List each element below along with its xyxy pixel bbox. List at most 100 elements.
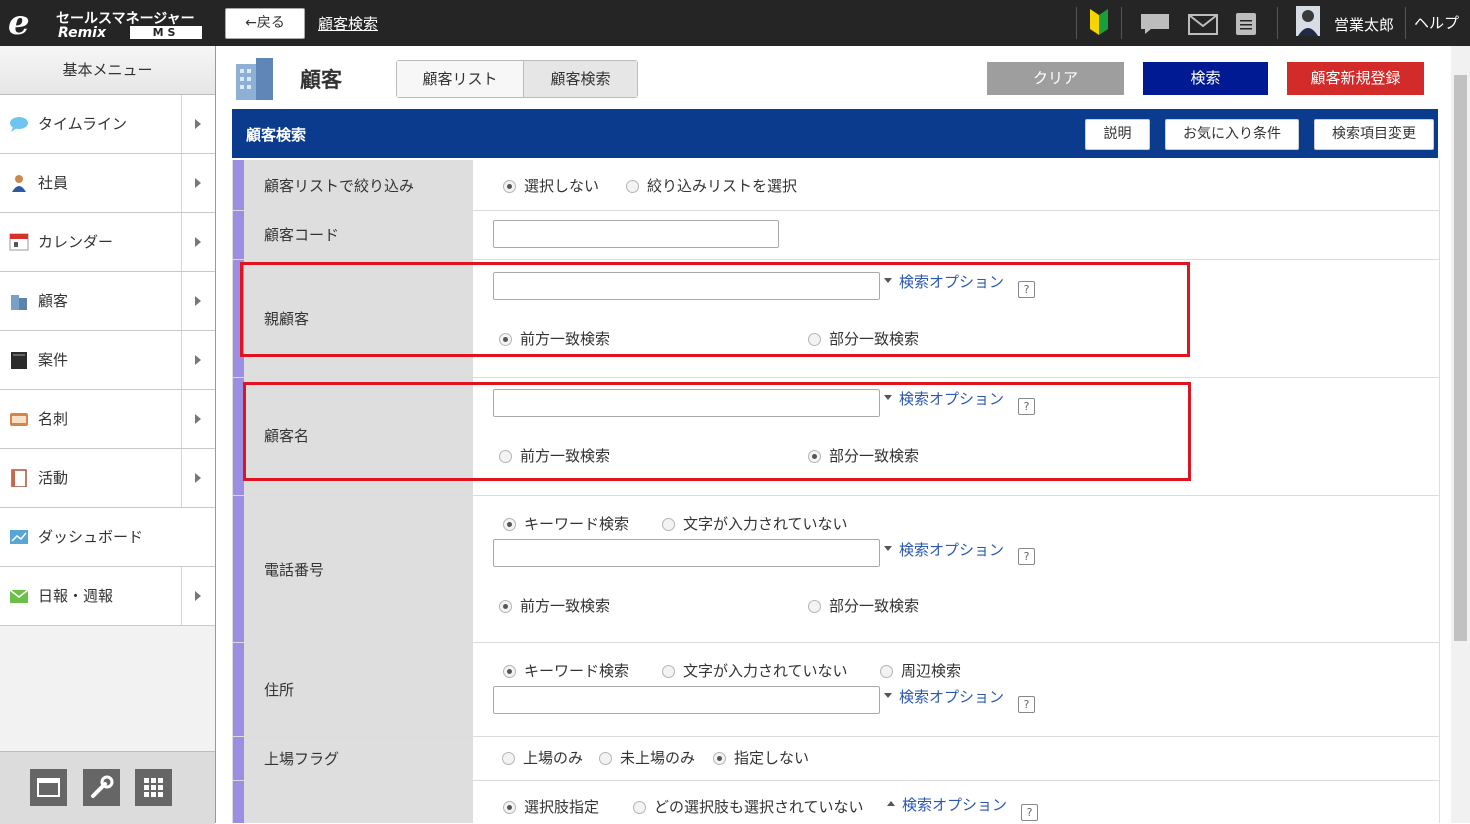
sidebar-item-business-cards[interactable]: 名刺 [0,390,215,449]
chat-icon[interactable] [1139,12,1171,36]
submenu-arrow-icon[interactable] [181,154,215,212]
scrollbar-thumb[interactable] [1454,75,1467,641]
search-form: 顧客リストで絞り込み 選択しない 絞り込みリストを選択 顧客コード 親顧客 検索… [232,160,1440,823]
sidebar: 基本メニュー タイムライン 社員 カレンダー 顧客 案件 名刺 活動 ダッシュボ… [0,46,216,824]
building-icon [11,295,27,310]
notebook-icon [11,469,27,487]
panel-title: 顧客検索 [246,126,307,144]
new-customer-button[interactable]: 顧客新規登録 [1287,62,1424,95]
app-logo[interactable]: e セールスマネージャー Remix MS [6,5,212,41]
sidebar-item-label: カレンダー [38,233,114,251]
breadcrumb[interactable]: 顧客検索 [318,13,378,34]
submenu-arrow-icon[interactable] [181,567,215,625]
radio-keyword-search[interactable]: キーワード検索 [503,513,629,534]
sidebar-item-label: 名刺 [38,410,69,428]
search-option-link[interactable]: 検索オプション [884,686,1004,707]
radio-nearby-search[interactable]: 周辺検索 [880,660,961,681]
search-option-link[interactable]: 検索オプション [887,794,1007,815]
submenu-arrow-icon[interactable] [181,449,215,507]
customer-code-input[interactable] [493,220,779,248]
highlight-box [243,382,1191,481]
divider [1277,7,1278,39]
user-avatar[interactable] [1296,6,1320,36]
wrench-icon[interactable] [83,769,120,806]
help-link[interactable]: ヘルプ [1414,12,1459,33]
radio-empty-text[interactable]: 文字が入力されていない [662,660,848,681]
radio-empty-text[interactable]: 文字が入力されていない [662,513,848,534]
sidebar-item-customers[interactable]: 顧客 [0,272,215,331]
radio-no-choice[interactable]: どの選択肢も選択されていない [633,796,864,817]
row-choice-field: 選択肢指定 どの選択肢も選択されていない 検索オプション ? [233,781,1439,823]
window-icon[interactable] [30,769,67,806]
submenu-arrow-icon[interactable] [181,272,215,330]
row-customer-code: 顧客コード [233,211,1439,260]
field-label: 上場フラグ [264,750,340,768]
radio-choice-specify[interactable]: 選択肢指定 [503,796,599,817]
radio-prefix-match[interactable]: 前方一致検索 [499,595,610,616]
change-search-fields-button[interactable]: 検索項目変更 [1314,119,1434,150]
sidebar-item-label: ダッシュボード [38,528,144,546]
page-scrollbar[interactable] [1451,46,1470,823]
clear-button[interactable]: クリア [987,62,1124,95]
highlight-box [240,262,1190,357]
sidebar-title: 基本メニュー [0,46,215,95]
main-content: 顧客 顧客リスト 顧客検索 クリア 検索 顧客新規登録 顧客検索 説明 お気に入… [216,46,1451,823]
field-label: 顧客コード [264,226,340,244]
radio-select-list[interactable]: 絞り込みリストを選択 [626,175,797,196]
sidebar-item-label: 活動 [38,469,69,487]
row-phone: 電話番号 キーワード検索 文字が入力されていない 検索オプション ? 前方一致検… [233,496,1439,643]
field-label: 顧客リストで絞り込み [264,177,415,195]
memo-icon[interactable] [1236,13,1256,35]
radio-keyword-search[interactable]: キーワード検索 [503,660,629,681]
beginner-mark-icon[interactable] [1088,7,1110,37]
mail-icon[interactable] [1188,14,1218,35]
sidebar-item-label: タイムライン [38,115,127,133]
help-icon[interactable]: ? [1018,696,1035,713]
sidebar-item-label: 案件 [38,351,69,369]
address-input[interactable] [493,686,880,714]
explanation-button[interactable]: 説明 [1085,119,1150,150]
row-address: 住所 キーワード検索 文字が入力されていない 周辺検索 検索オプション ? [233,643,1439,737]
submenu-arrow-icon[interactable] [181,213,215,271]
search-button[interactable]: 検索 [1143,62,1268,95]
row-list-filter: 顧客リストで絞り込み 選択しない 絞り込みリストを選択 [233,160,1439,211]
user-name[interactable]: 営業太郎 [1334,14,1394,35]
help-icon[interactable]: ? [1018,548,1035,565]
submenu-arrow-icon[interactable] [181,390,215,448]
person-icon [12,175,26,192]
search-option-link[interactable]: 検索オプション [884,539,1004,560]
tab-customer-search[interactable]: 顧客検索 [524,61,637,97]
field-label: 住所 [264,681,295,699]
sidebar-item-deals[interactable]: 案件 [0,331,215,390]
view-tabs: 顧客リスト 顧客検索 [396,60,638,98]
sidebar-item-label: 顧客 [38,292,69,310]
sidebar-item-calendar[interactable]: カレンダー [0,213,215,272]
sidebar-item-reports[interactable]: 日報・週報 [0,567,215,626]
submenu-arrow-icon[interactable] [181,95,215,153]
radio-listed-only[interactable]: 上場のみ [502,747,583,768]
radio-unlisted-only[interactable]: 未上場のみ [599,747,695,768]
dashboard-icon [10,530,28,544]
sidebar-item-employees[interactable]: 社員 [0,154,215,213]
favorite-conditions-button[interactable]: お気に入り条件 [1165,119,1299,150]
sidebar-item-timeline[interactable]: タイムライン [0,95,215,154]
back-button[interactable]: ←戻る [225,8,305,39]
building-icon [236,58,273,100]
speech-bubble-icon [10,117,28,132]
help-icon[interactable]: ? [1021,804,1038,821]
row-listed-flag: 上場フラグ 上場のみ 未上場のみ 指定しない [233,737,1439,781]
radio-partial-match[interactable]: 部分一致検索 [808,595,919,616]
submenu-arrow-icon[interactable] [181,331,215,389]
grid-icon[interactable] [135,769,172,806]
sidebar-item-activities[interactable]: 活動 [0,449,215,508]
phone-input[interactable] [493,539,880,567]
sidebar-item-dashboard[interactable]: ダッシュボード [0,508,215,567]
tab-customer-list[interactable]: 顧客リスト [397,61,524,97]
divider [1405,7,1406,39]
envelope-report-icon [9,589,29,603]
radio-no-list[interactable]: 選択しない [503,175,599,196]
top-bar: e セールスマネージャー Remix MS ←戻る 顧客検索 営業太郎 ヘルプ [0,0,1470,46]
search-panel-header: 顧客検索 説明 お気に入り条件 検索項目変更 [232,109,1438,158]
radio-unspecified[interactable]: 指定しない [713,747,809,768]
folder-icon [11,352,27,369]
